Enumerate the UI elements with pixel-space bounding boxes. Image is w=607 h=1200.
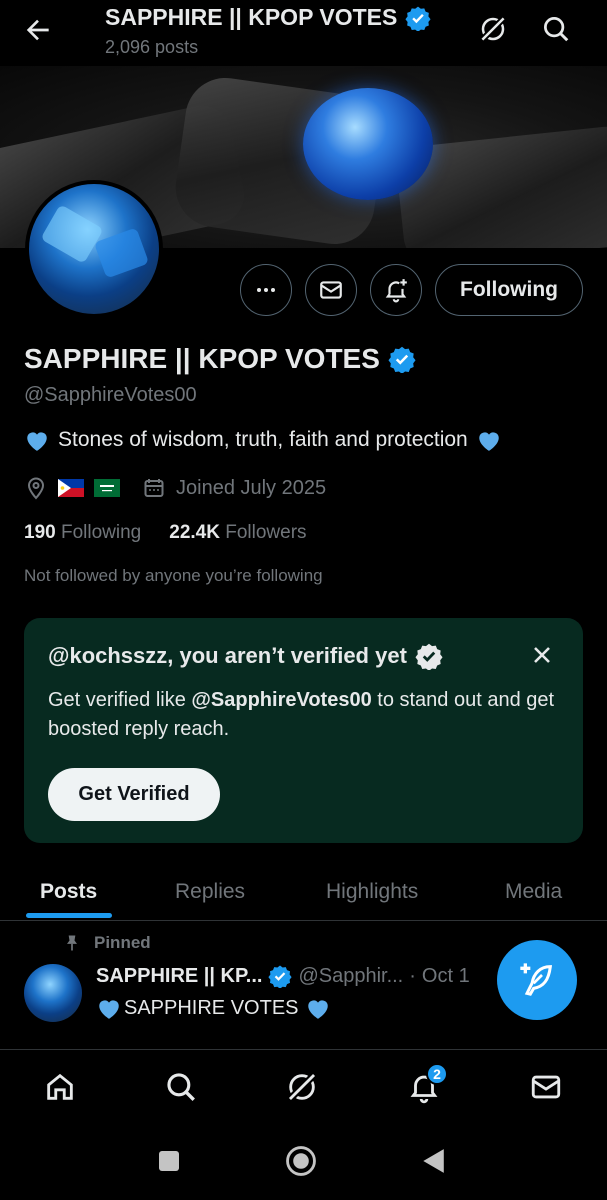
following-label: Following xyxy=(60,522,142,543)
header-title: SAPPHIRE || KPOP VOTES xyxy=(105,4,431,31)
more-dots-icon xyxy=(257,288,275,292)
tab-posts[interactable]: Posts xyxy=(40,864,97,920)
not-followed-notice: Not followed by anyone you’re following xyxy=(24,566,323,585)
post-author-handle: @Sapphir... xyxy=(298,964,404,987)
tab-highlights[interactable]: Highlights xyxy=(326,864,418,920)
explore-search-icon[interactable] xyxy=(164,1070,198,1104)
tabs-divider xyxy=(0,920,607,921)
post-text[interactable]: SAPPHIRE VOTES xyxy=(96,996,331,1020)
following-count: 190 xyxy=(24,522,56,543)
following-button[interactable]: Following xyxy=(435,264,583,316)
saudi-arabia-flag-icon xyxy=(94,479,120,497)
active-tab-indicator xyxy=(26,913,112,918)
bio-text: Stones of wisdom, truth, faith and prote… xyxy=(58,428,468,451)
top-bar: SAPPHIRE || KPOP VOTES 2,096 posts xyxy=(0,0,607,66)
followers-label: Followers xyxy=(225,522,307,543)
sapphire-gem-image xyxy=(303,88,433,200)
verify-text-handle: @SapphireVotes00 xyxy=(191,689,372,711)
tab-media[interactable]: Media xyxy=(505,864,562,920)
recent-apps-icon[interactable] xyxy=(157,1149,181,1173)
post-count: 2,096 posts xyxy=(105,37,199,57)
pin-icon xyxy=(62,933,82,953)
feather-plus-icon xyxy=(520,963,553,996)
verify-card-title-text: @kochsszz, you aren’t verified yet xyxy=(48,643,407,668)
bell-plus-icon xyxy=(385,279,407,303)
profile-name-text: SAPPHIRE || KPOP VOTES xyxy=(24,343,380,374)
profile-avatar[interactable] xyxy=(25,180,163,318)
calendar-icon xyxy=(142,476,166,500)
grok-icon[interactable] xyxy=(285,1070,319,1104)
following-link[interactable]: 190 Following xyxy=(24,522,141,544)
message-button[interactable] xyxy=(305,264,357,316)
post-date: Oct 1 xyxy=(421,964,470,987)
blue-heart-icon xyxy=(305,996,331,1020)
grok-icon[interactable] xyxy=(478,14,508,44)
header-title-text: SAPPHIRE || KPOP VOTES xyxy=(105,4,398,30)
tab-replies[interactable]: Replies xyxy=(175,864,245,920)
philippines-flag-icon xyxy=(58,479,84,497)
home-circle-icon[interactable] xyxy=(284,1144,318,1178)
home-icon[interactable] xyxy=(43,1070,77,1104)
notification-badge: 2 xyxy=(426,1063,448,1085)
post-text-content: SAPPHIRE VOTES xyxy=(124,996,299,1019)
verified-check-icon xyxy=(415,642,443,670)
envelope-icon xyxy=(320,281,342,299)
followers-count: 22.4K xyxy=(169,522,220,543)
get-verified-button[interactable]: Get Verified xyxy=(48,768,220,821)
verified-badge-icon xyxy=(405,5,431,31)
pinned-indicator: Pinned xyxy=(62,933,151,953)
location-pin-icon xyxy=(24,476,48,500)
verify-text-before: Get verified like xyxy=(48,689,192,711)
verified-badge-icon[interactable] xyxy=(388,345,416,373)
more-options-button[interactable] xyxy=(240,264,292,316)
verify-card-text: Get verified like @SapphireVotes00 to st… xyxy=(48,686,558,744)
compose-post-button[interactable] xyxy=(497,940,577,1020)
post-header: SAPPHIRE || KP... @Sapphir... · Oct 1 xyxy=(96,964,470,988)
post-avatar[interactable] xyxy=(24,964,82,1022)
notify-button[interactable] xyxy=(370,264,422,316)
profile-handle: @SapphireVotes00 xyxy=(24,384,197,406)
blue-heart-icon xyxy=(96,996,122,1020)
followers-link[interactable]: 22.4K Followers xyxy=(169,522,306,544)
messages-envelope-icon[interactable] xyxy=(529,1070,563,1104)
verify-card-title: @kochsszz, you aren’t verified yet xyxy=(48,642,443,670)
follow-counts: 190 Following 22.4K Followers xyxy=(24,522,307,544)
profile-bio: Stones of wisdom, truth, faith and prote… xyxy=(24,428,502,452)
blue-heart-icon xyxy=(24,428,50,452)
back-triangle-icon[interactable] xyxy=(420,1147,446,1175)
post-author-name[interactable]: SAPPHIRE || KP... xyxy=(96,965,262,988)
verified-badge-icon xyxy=(268,964,293,988)
profile-name: SAPPHIRE || KPOP VOTES xyxy=(24,343,416,375)
back-arrow-icon[interactable] xyxy=(22,14,54,46)
search-icon[interactable] xyxy=(541,14,571,44)
close-icon[interactable] xyxy=(528,641,556,669)
blue-heart-icon xyxy=(476,428,502,452)
joined-date: Joined July 2025 xyxy=(176,476,327,499)
pinned-label: Pinned xyxy=(94,933,151,952)
post-separator: · xyxy=(409,964,416,987)
profile-meta: Joined July 2025 xyxy=(24,474,326,502)
